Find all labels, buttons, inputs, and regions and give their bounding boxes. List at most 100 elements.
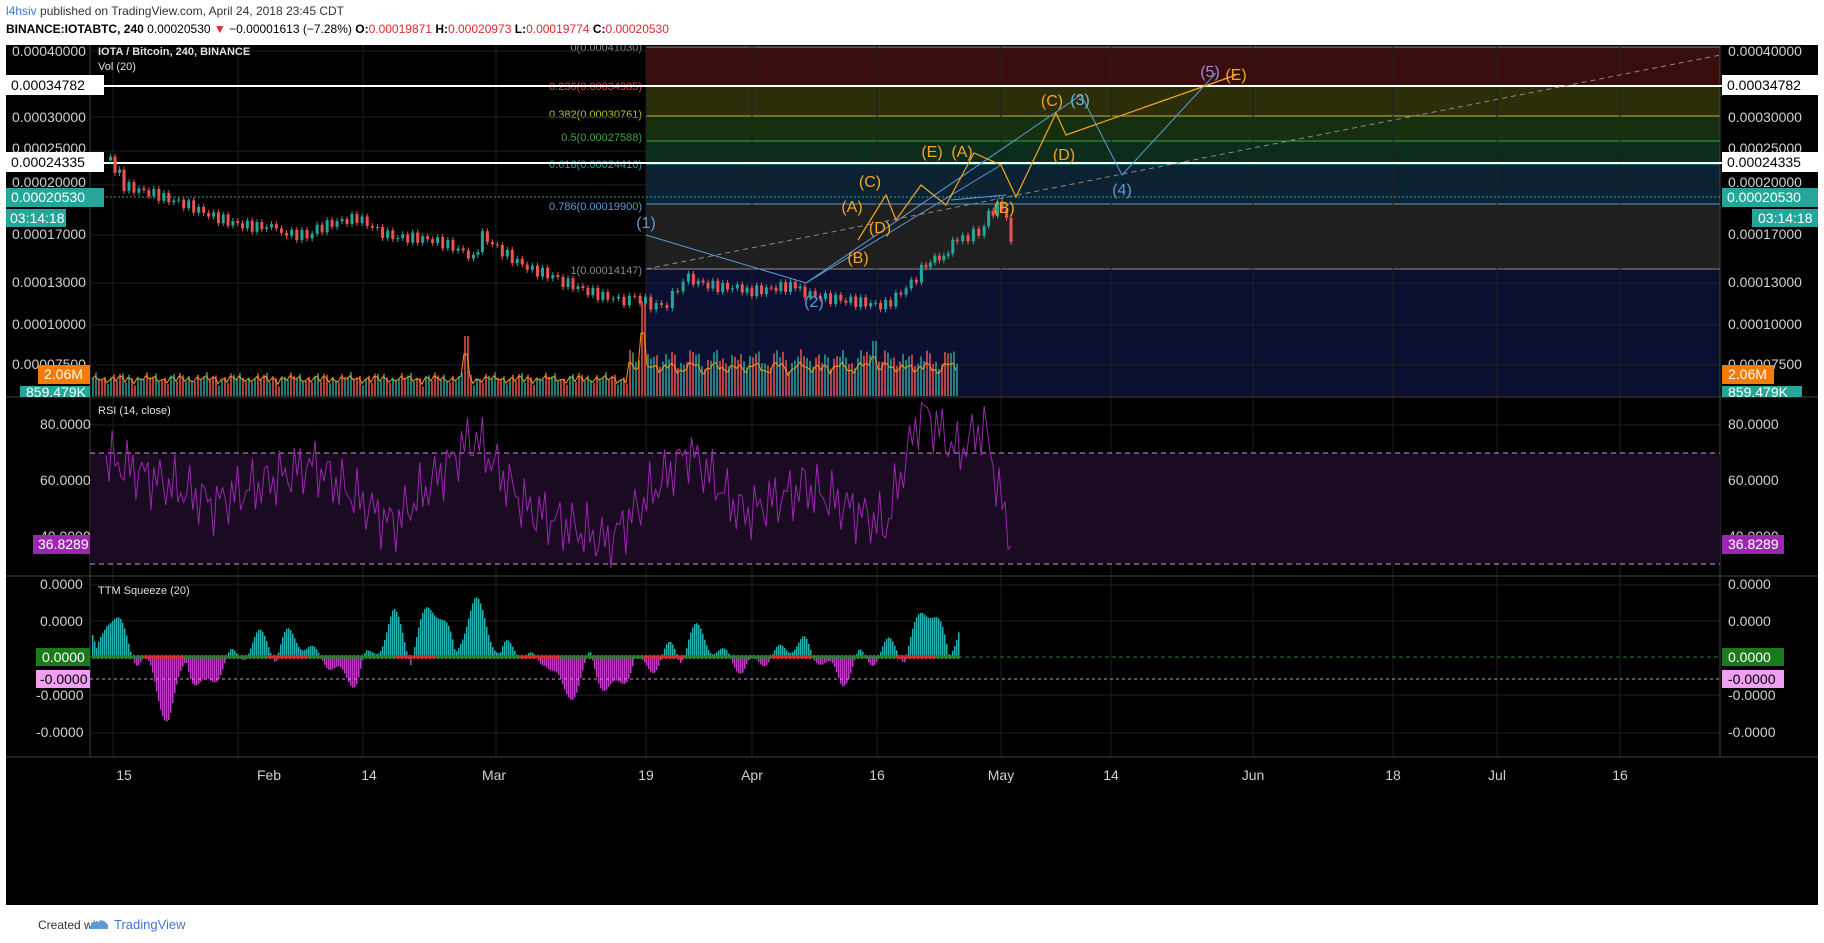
volume-bar: [482, 383, 484, 396]
candle-body: [451, 239, 455, 251]
volume-bar: [725, 363, 727, 396]
ttm-dot: [651, 654, 657, 660]
ttm-neg-tag-right-text: -0.0000: [1728, 671, 1776, 687]
author-link[interactable]: l4hsiv: [6, 4, 37, 18]
ttm-bar: [478, 598, 480, 657]
ttm-bar: [564, 657, 566, 690]
candle-body: [177, 199, 181, 201]
volume-bar: [338, 382, 340, 396]
candle-body: [485, 231, 489, 243]
ttm-dot: [531, 654, 537, 660]
ttm-bar: [356, 657, 358, 685]
volume-bar: [947, 353, 949, 396]
last-price: 0.00020530: [147, 22, 211, 36]
ttm-bar: [888, 637, 890, 657]
ttm-bar: [218, 657, 220, 680]
candle-body: [192, 200, 196, 213]
ttm-dot: [119, 654, 125, 660]
tradingview-link[interactable]: TradingView: [114, 917, 186, 932]
ttm-bar: [388, 624, 390, 657]
ttm-bar: [614, 657, 616, 681]
candle-body: [622, 296, 626, 306]
candle-body: [894, 292, 898, 307]
ttm-bar: [192, 657, 194, 684]
candle-body: [355, 213, 359, 224]
candle-body: [541, 267, 545, 277]
candle-body: [231, 220, 235, 226]
candle-body: [987, 210, 991, 227]
ttm-dot: [179, 654, 185, 660]
ttm-dot: [579, 654, 585, 660]
fib-zone-618: [646, 164, 1720, 204]
candle-body: [859, 297, 863, 307]
ttm-dot: [643, 654, 649, 660]
volume-bar: [575, 381, 577, 396]
volume-bar: [143, 379, 145, 396]
ttm-bar: [506, 639, 508, 657]
candle-body: [774, 287, 778, 292]
chart-container[interactable]: 0(0.00041030) 0.236(0.00034985) 0.382(0.…: [6, 42, 1818, 905]
ttm-dot: [459, 654, 465, 660]
ttm-bar: [616, 657, 618, 681]
ttm-bar: [698, 624, 700, 657]
volume-bar: [791, 362, 793, 396]
volume-bar: [218, 385, 220, 396]
close-value: 0.00020530: [605, 22, 669, 36]
vol-tag-left-text: 2.06M: [44, 366, 83, 382]
ttm-squeeze-dots: [91, 654, 961, 660]
volume-bar: [836, 356, 838, 396]
ttm-dot: [491, 654, 497, 660]
ttm-dot: [535, 654, 541, 660]
ttm-dot: [867, 654, 873, 660]
candle-body: [530, 265, 534, 270]
volume-bar: [950, 353, 952, 396]
wave-label-5: (5): [1200, 64, 1220, 81]
ttm-dot: [243, 654, 249, 660]
chart-svg[interactable]: 0(0.00041030) 0.236(0.00034985) 0.382(0.…: [6, 42, 1818, 905]
volume-bar: [302, 381, 304, 396]
ttm-dot: [107, 654, 113, 660]
volume-bar: [137, 376, 139, 396]
ttm-bar: [650, 657, 652, 672]
candle-body: [315, 224, 319, 234]
ttm-bar: [942, 626, 944, 657]
fib-label-382: 0.382(0.00030761): [549, 109, 642, 121]
volume-bar: [455, 380, 457, 396]
ttm-dot: [519, 654, 525, 660]
ttm-dot: [591, 654, 597, 660]
volume-bar: [800, 349, 802, 396]
volume-bar: [536, 377, 538, 396]
ttm-bar: [188, 657, 190, 673]
fib-retracement[interactable]: 0(0.00041030) 0.236(0.00034985) 0.382(0.…: [549, 42, 1720, 396]
candle-body: [236, 220, 240, 224]
ttm-bar: [296, 642, 298, 657]
ttm-bar: [508, 640, 510, 657]
volume-bar: [269, 382, 271, 396]
ttm-bar: [152, 657, 154, 673]
volume-bar: [701, 366, 703, 396]
volume-bar: [380, 380, 382, 396]
ttm-dot: [815, 654, 821, 660]
volume-bar: [533, 385, 535, 396]
candle-body: [914, 279, 918, 283]
volume-bar: [698, 353, 700, 396]
ttm-dot: [203, 654, 209, 660]
ttm-bar: [606, 657, 608, 690]
volume-bar: [632, 352, 634, 396]
ttm-dot: [383, 654, 389, 660]
ttm-dot: [951, 654, 957, 660]
ytick-left-3: 0.00013000: [12, 274, 86, 290]
ttm-bar: [570, 657, 572, 700]
volume-bar: [476, 378, 478, 396]
volume-bar: [251, 382, 253, 396]
wave-label-a1: (A): [841, 199, 862, 216]
ttm-bar: [390, 616, 392, 657]
volume-bar: [356, 377, 358, 396]
ttm-bar: [654, 657, 656, 673]
ttm-dot: [923, 654, 929, 660]
volume-bar: [557, 381, 559, 396]
volume-bar: [515, 381, 517, 396]
tradingview-logo-icon[interactable]: [88, 915, 110, 931]
hline-tag-left-upper-text: 0.00034782: [11, 77, 85, 93]
volume-bar: [449, 382, 451, 396]
